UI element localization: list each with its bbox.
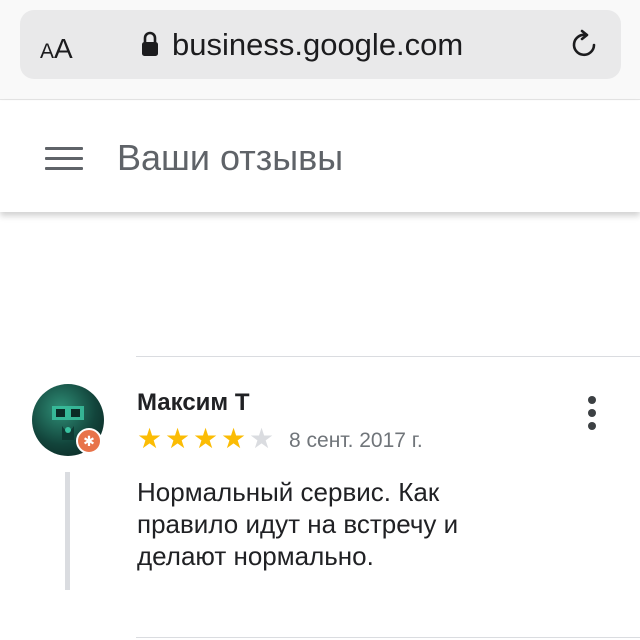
text-size-button[interactable]: AA	[40, 33, 73, 64]
star-empty-icon: ★	[249, 423, 275, 454]
star-filled-icon: ★	[221, 423, 247, 454]
review-text: Нормальный сервис. Как правило идут на в…	[137, 477, 459, 571]
star-rating: ★ ★ ★ ★ ★	[137, 425, 276, 453]
star-filled-icon: ★	[137, 423, 163, 454]
browser-toolbar: AA business.google.com	[0, 0, 640, 100]
divider	[136, 637, 640, 638]
more-options-icon[interactable]	[585, 396, 599, 432]
review-date: 8 сент. 2017 г.	[289, 429, 423, 452]
reviewer-name[interactable]: Максим Т	[137, 389, 250, 417]
review-thread-line	[65, 472, 70, 590]
menu-icon[interactable]	[45, 147, 83, 173]
reload-icon[interactable]	[569, 28, 601, 60]
star-filled-icon: ★	[165, 423, 191, 454]
divider	[136, 356, 640, 357]
star-filled-icon: ★	[193, 423, 219, 454]
text-size-large-label: A	[54, 33, 73, 64]
text-size-small-label: A	[40, 40, 55, 63]
url-text[interactable]: business.google.com	[172, 27, 463, 63]
local-guide-badge: ✱	[76, 428, 102, 454]
app-header: Ваши отзывы	[0, 101, 640, 212]
badge-star-icon: ✱	[83, 433, 95, 449]
lock-icon	[142, 31, 158, 56]
page-title: Ваши отзывы	[117, 137, 344, 178]
